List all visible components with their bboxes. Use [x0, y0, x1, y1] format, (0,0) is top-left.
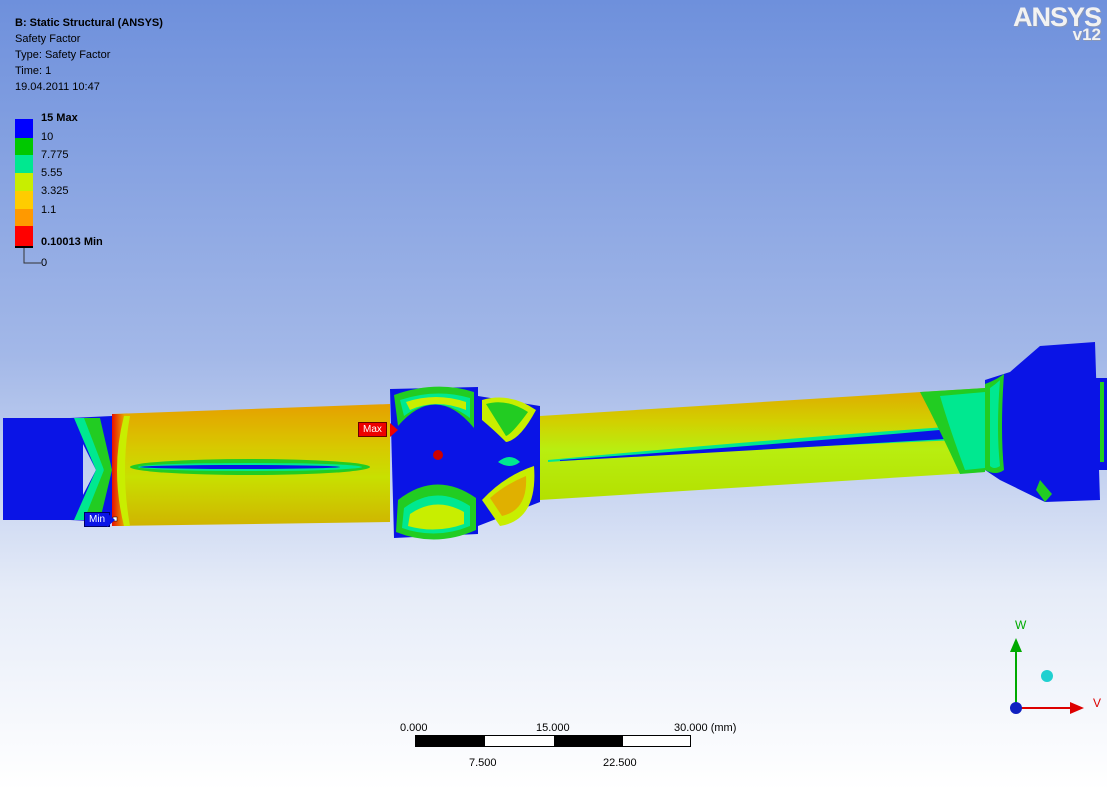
- min-probe-pointer: [107, 513, 115, 527]
- scale-label-75: 7.500: [469, 757, 497, 769]
- shaft-right-section: [540, 388, 985, 500]
- shaft-neck: [478, 396, 540, 526]
- scale-bar-graphic: [415, 735, 691, 747]
- scale-label-225: 22.500: [603, 757, 637, 769]
- shaft-left-section: [112, 404, 390, 526]
- min-probe-label: Min: [89, 514, 106, 525]
- shaft-left-end: [3, 416, 112, 522]
- max-probe-label: Max: [363, 424, 382, 435]
- max-probe-pointer: [390, 423, 398, 437]
- shaft-right-flange: [985, 342, 1107, 502]
- triad-w-label: W: [1015, 618, 1027, 632]
- scale-label-30: 30.000 (mm): [674, 722, 737, 734]
- max-point-marker: [433, 450, 443, 460]
- max-probe-tag[interactable]: Max: [358, 422, 387, 437]
- scale-label-0: 0.000: [400, 722, 428, 734]
- graphics-viewport[interactable]: B: Static Structural (ANSYS) Safety Fact…: [0, 0, 1107, 790]
- shaft-model[interactable]: [0, 0, 1107, 790]
- scale-label-15: 15.000: [536, 722, 570, 734]
- coordinate-triad[interactable]: [1000, 620, 1107, 720]
- triad-v-label: V: [1093, 696, 1102, 710]
- shaft-collar: [390, 386, 478, 540]
